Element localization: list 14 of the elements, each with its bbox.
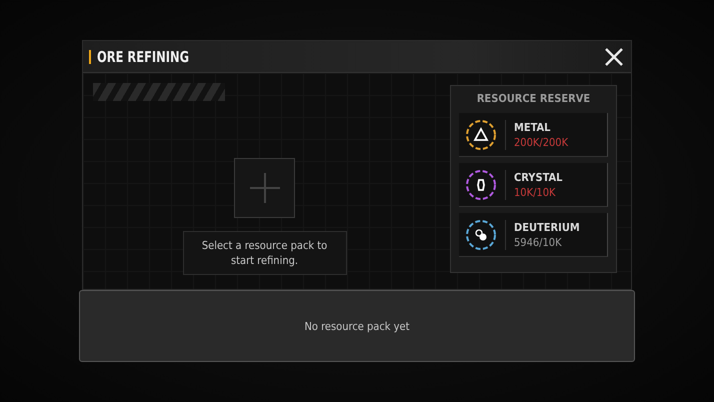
resource-name: DEUTERIUM bbox=[514, 220, 580, 234]
resource-name: METAL bbox=[514, 120, 552, 134]
dialog-title: ORE REFINING bbox=[97, 48, 190, 66]
empty-message: No resource pack yet bbox=[304, 320, 410, 332]
resource-amount: 200K/200K bbox=[514, 136, 568, 148]
resource-amount: 10K/10K bbox=[514, 186, 556, 198]
plus-icon bbox=[250, 173, 280, 204]
accent-bar bbox=[89, 50, 91, 64]
reserve-title: RESOURCE RESERVE bbox=[476, 92, 592, 105]
close-icon bbox=[603, 46, 625, 68]
close-button[interactable] bbox=[603, 46, 625, 68]
resource-name: CRYSTAL bbox=[514, 170, 562, 184]
resource-amount: 5946/10K bbox=[514, 236, 563, 248]
slot-message: Select a resource pack to start refining. bbox=[182, 231, 346, 275]
